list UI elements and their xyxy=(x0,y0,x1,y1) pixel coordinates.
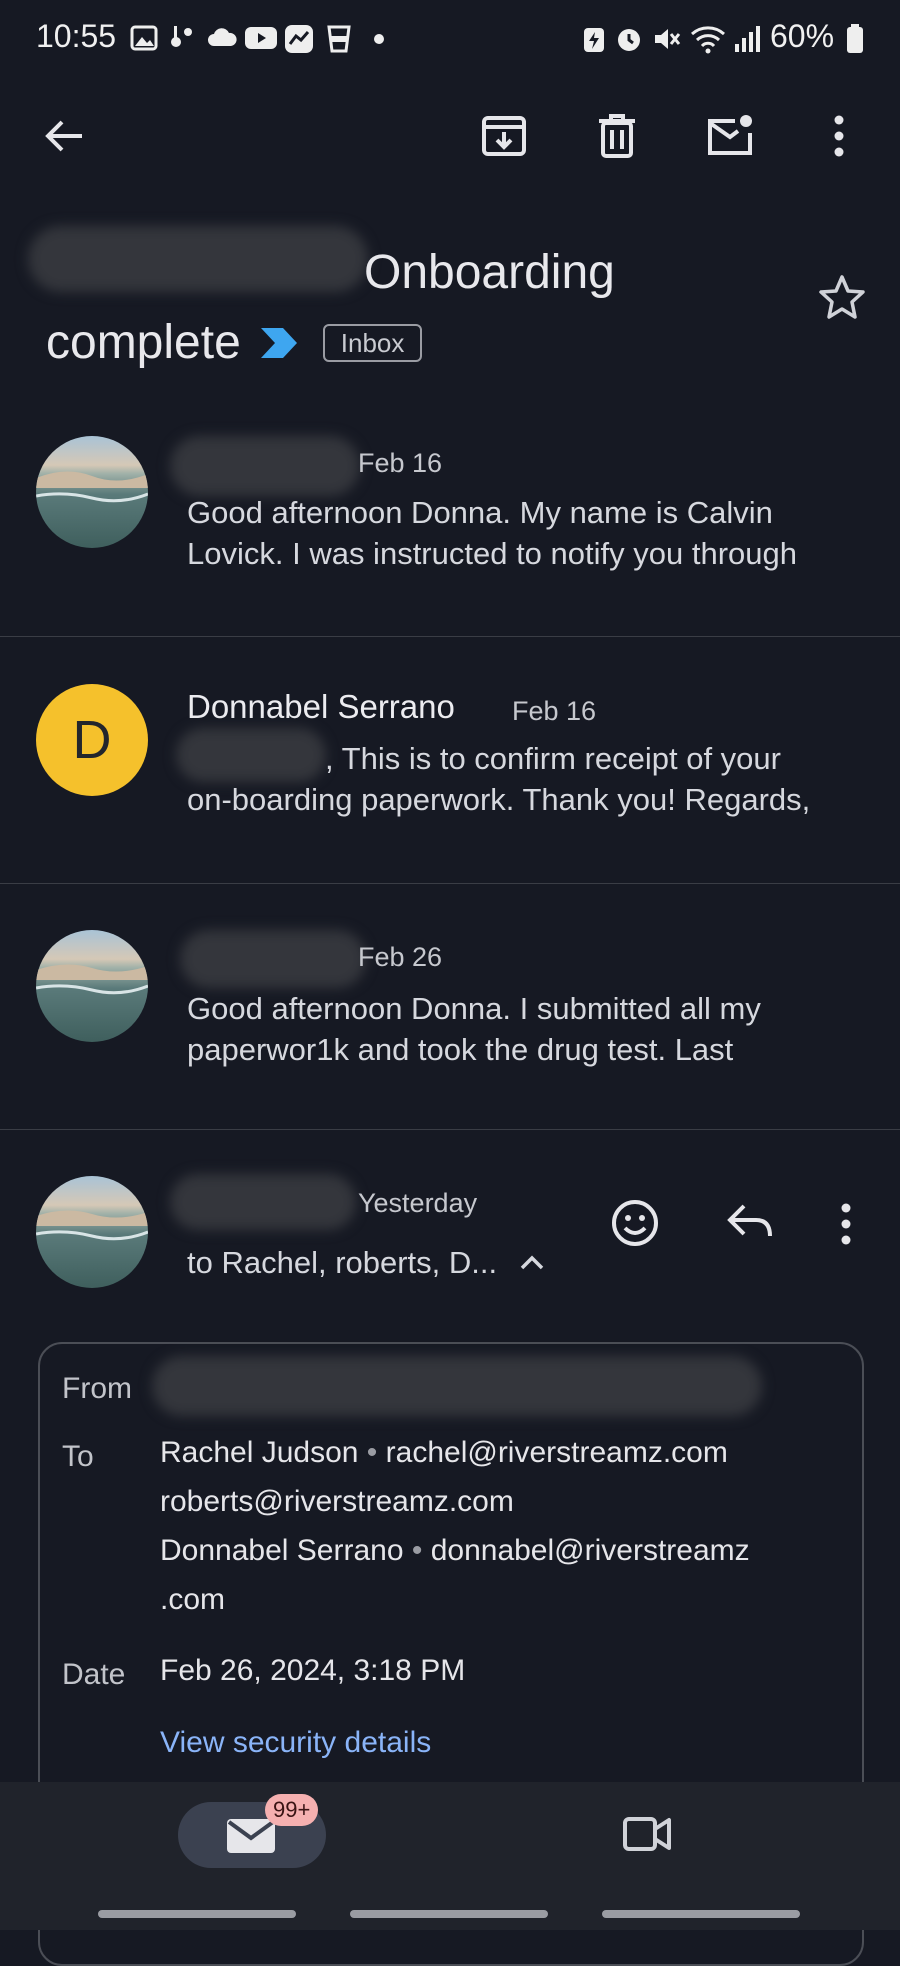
status-time: 10:55 xyxy=(36,18,117,54)
date-value: Feb 26, 2024, 3:18 PM xyxy=(160,1654,466,1687)
back-arrow-icon xyxy=(45,120,82,152)
redacted-from-address xyxy=(152,1356,762,1416)
recents-gesture-bar[interactable] xyxy=(98,1910,296,1918)
meet-tab[interactable] xyxy=(622,1814,672,1854)
sender-avatar xyxy=(36,930,148,1042)
wifi-icon xyxy=(690,24,726,54)
add-reaction-button[interactable] xyxy=(610,1198,660,1248)
reply-icon xyxy=(727,1204,772,1237)
chevron-up-icon xyxy=(520,1255,544,1269)
date-label: Date xyxy=(62,1658,126,1691)
from-label: From xyxy=(62,1372,132,1405)
delete-button[interactable] xyxy=(585,104,649,168)
message-snippet: Good afternoon Donna. I submitted all my… xyxy=(187,991,761,1067)
message-snippet: Good afternoon Donna. My name is Calvin … xyxy=(187,495,797,571)
archive-icon xyxy=(482,116,526,156)
thread-message-3[interactable]: Feb 26 Good afternoon Donna. I submitted… xyxy=(0,914,900,1129)
more-vert-icon xyxy=(834,115,844,157)
mark-unread-icon xyxy=(708,115,752,155)
thread-message-1[interactable]: Feb 16 Good afternoon Donna. My name is … xyxy=(0,420,900,635)
youtube-icon xyxy=(244,24,278,52)
to-recipients: Rachel Judson • rachel@riverstreamz.com … xyxy=(160,1428,860,1624)
subject-line-1: Onboarding xyxy=(364,246,615,299)
more-options-button[interactable] xyxy=(807,104,871,168)
battery-percent: 60% xyxy=(770,18,835,54)
subject-line-2: complete xyxy=(46,316,241,369)
view-security-details-link[interactable]: View security details xyxy=(160,1726,431,1760)
message-snippet: , This is to confirm receipt of your on-… xyxy=(187,741,811,817)
more-vert-icon xyxy=(841,1203,851,1245)
divider xyxy=(0,883,900,884)
cloud-icon xyxy=(206,24,238,52)
recipient-line: Rachel Judson • rachel@riverstreamz.com xyxy=(160,1436,728,1469)
message-date: Feb 16 xyxy=(358,448,443,478)
email-subject: Onboarding complete Inbox xyxy=(46,236,806,380)
thread-message-4: Yesterday to Rachel, roberts, D... xyxy=(0,1160,900,1320)
back-gesture-bar[interactable] xyxy=(602,1910,800,1918)
divider xyxy=(0,1129,900,1130)
mark-unread-button[interactable] xyxy=(698,104,762,168)
divider xyxy=(0,636,900,637)
back-button[interactable] xyxy=(32,104,96,168)
video-camera-icon xyxy=(623,1817,671,1851)
reply-button[interactable] xyxy=(726,1202,774,1242)
battery-saver-icon xyxy=(582,24,606,54)
sender-avatar xyxy=(36,1176,148,1288)
battery-icon xyxy=(846,24,864,54)
redacted-sender xyxy=(180,930,366,988)
gallery-icon xyxy=(130,24,158,52)
notification-dot-icon xyxy=(374,34,384,44)
message-date: Feb 16 xyxy=(512,696,597,726)
status-bar: 10:55 60% xyxy=(0,0,900,80)
star-button[interactable] xyxy=(818,274,866,320)
stocks-app-icon xyxy=(284,24,314,54)
redacted-sender xyxy=(170,1174,356,1230)
recipient-line: Donnabel Serrano • donnabel@riverstreamz xyxy=(160,1534,750,1567)
bottom-navigation: 99+ xyxy=(0,1782,900,1930)
sender-avatar: D xyxy=(36,684,148,796)
mute-icon xyxy=(652,24,682,54)
redacted-sender xyxy=(170,436,360,496)
cup-icon xyxy=(326,24,352,54)
recipient-line: .com xyxy=(160,1583,226,1616)
home-gesture-bar[interactable] xyxy=(350,1910,548,1918)
inbox-label-chip[interactable]: Inbox xyxy=(322,324,423,362)
sender-avatar xyxy=(36,436,148,548)
alarm-icon xyxy=(614,24,644,54)
recipients-summary: to Rachel, roberts, D... xyxy=(187,1245,498,1280)
sender-name: Donnabel Serrano xyxy=(187,688,455,725)
message-date: Yesterday xyxy=(358,1188,478,1218)
recipients-toggle[interactable]: to Rachel, roberts, D... xyxy=(187,1242,545,1283)
unread-count-badge: 99+ xyxy=(265,1794,319,1826)
signal-icon xyxy=(734,24,760,52)
recipient-line: roberts@riverstreamz.com xyxy=(160,1485,514,1518)
importance-marker-icon xyxy=(260,328,297,358)
message-more-button[interactable] xyxy=(840,1202,852,1246)
star-icon xyxy=(819,275,865,319)
to-label: To xyxy=(62,1440,94,1473)
delete-icon xyxy=(599,114,635,158)
message-date: Feb 26 xyxy=(358,942,443,972)
mail-icon xyxy=(227,1819,275,1853)
thread-message-2[interactable]: D Donnabel Serrano Feb 16 , This is to c… xyxy=(0,668,900,883)
emoji-icon xyxy=(612,1200,658,1246)
archive-button[interactable] xyxy=(472,104,536,168)
voicemail-icon xyxy=(168,24,198,52)
